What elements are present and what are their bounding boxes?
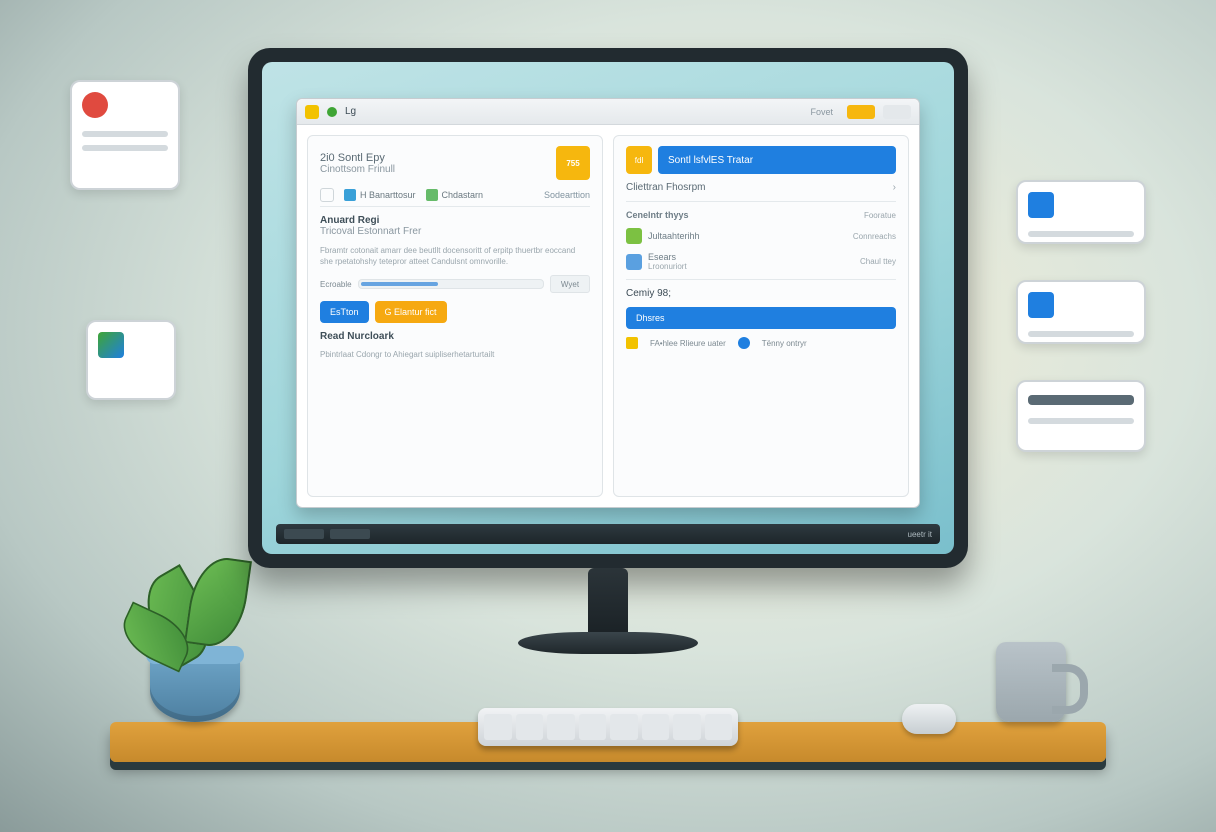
- floating-card: [1016, 180, 1146, 244]
- section-subtitle: Tricoval Estonnart Frer: [320, 226, 590, 237]
- tab-icon: [426, 189, 438, 201]
- section-body: Pbintrlaat Cdongr to Ahiegart suipliserh…: [320, 350, 590, 359]
- keyboard: [478, 708, 738, 746]
- tab-row: H Banarttosur Chdastarn Sodearttion: [320, 188, 590, 207]
- item-label: Jultaahterihh: [648, 231, 700, 241]
- secondary-button[interactable]: G Elantur fict: [375, 301, 447, 323]
- wide-button[interactable]: Dhsres: [626, 307, 896, 329]
- bar-icon: [1028, 395, 1134, 405]
- primary-button[interactable]: EsTton: [320, 301, 369, 323]
- app-logo-icon: 755: [556, 146, 590, 180]
- taskbar-item[interactable]: [284, 529, 324, 539]
- progress-bar[interactable]: [358, 279, 544, 289]
- item-icon: [626, 228, 642, 244]
- item-label: Esears: [648, 252, 687, 262]
- tab-icon: [344, 189, 356, 201]
- left-panel: 2i0 Sontl Epy Cinottsom Frinull 755 H Ba…: [307, 135, 603, 497]
- taskbar-clock: ueetr it: [908, 530, 932, 539]
- right-panel: fdl Sontl lsfvlES Tratar Cliettran Fhosr…: [613, 135, 909, 497]
- floating-card: [86, 320, 176, 400]
- titlebar-label: Lg: [345, 106, 356, 117]
- chat-icon[interactable]: [320, 188, 334, 202]
- tab-item[interactable]: H Banarttosur: [344, 189, 416, 201]
- panel-subtitle: Cinottsom Frinull: [320, 164, 548, 175]
- footer-label[interactable]: FA•hlee Rlieure uater: [650, 339, 726, 348]
- panel-header[interactable]: Sontl lsfvlES Tratar: [658, 146, 896, 174]
- shield-icon: [98, 332, 124, 358]
- item-meta: Chaul ttey: [860, 257, 896, 266]
- section-title: Read Nurcloark: [320, 331, 590, 342]
- list-item-label: Cliettran Fhosrpm: [626, 182, 705, 193]
- taskbar[interactable]: ueetr it: [276, 524, 940, 544]
- list-item[interactable]: Esears Lroonuriort Chaul ttey: [626, 252, 896, 271]
- item-sublabel: Lroonuriort: [648, 262, 687, 271]
- floating-card: [70, 80, 180, 190]
- panel-title: 2i0 Sontl Epy: [320, 152, 548, 164]
- floating-card: [1016, 280, 1146, 344]
- tab-label: Chdastarn: [442, 190, 484, 200]
- group-meta: Fooratue: [864, 211, 896, 220]
- window-titlebar[interactable]: Lg Fovet: [297, 99, 919, 125]
- titlebar-icon: [327, 107, 337, 117]
- square-icon: [1028, 292, 1054, 318]
- plant-leaf: [184, 554, 252, 651]
- section-body: Fbramtr cotonait amarr dee beutllt docen…: [320, 245, 590, 267]
- titlebar-button[interactable]: [883, 105, 911, 119]
- coffee-mug: [996, 642, 1066, 722]
- titlebar-badge-label: Fovet: [810, 107, 833, 117]
- list-item[interactable]: Jultaahterihh Connreachs: [626, 228, 896, 244]
- footer-icon: [738, 337, 750, 349]
- monitor-bezel: Lg Fovet 2i0 Sontl Epy Cinottsom Frinull: [248, 48, 968, 568]
- footer-label[interactable]: Tënny ontryr: [762, 339, 807, 348]
- progress-meta[interactable]: Wyet: [550, 275, 590, 293]
- app-window: Lg Fovet 2i0 Sontl Epy Cinottsom Frinull: [296, 98, 920, 508]
- tab-link[interactable]: Sodearttion: [544, 190, 590, 200]
- badge-icon: fdl: [626, 146, 652, 174]
- app-logo-badge: 755: [566, 159, 579, 168]
- section-title: Anuard Regi: [320, 215, 590, 226]
- taskbar-item[interactable]: [330, 529, 370, 539]
- mouse: [902, 704, 956, 734]
- item-meta: Connreachs: [853, 232, 896, 241]
- screen: Lg Fovet 2i0 Sontl Epy Cinottsom Frinull: [262, 62, 954, 554]
- counter-label: Cemiy 98;: [626, 288, 896, 299]
- titlebar-button[interactable]: [847, 105, 875, 119]
- item-icon: [626, 254, 642, 270]
- square-icon: [1028, 192, 1054, 218]
- chevron-right-icon: ›: [893, 182, 896, 193]
- tab-item[interactable]: Chdastarn: [426, 189, 484, 201]
- floating-card: [1016, 380, 1146, 452]
- group-title: Cenelntr thyys: [626, 210, 689, 220]
- titlebar-icon: [305, 105, 319, 119]
- panel-footer: FA•hlee Rlieure uater Tënny ontryr: [626, 337, 896, 349]
- eye-icon: [82, 92, 108, 118]
- tab-label: H Banarttosur: [360, 190, 416, 200]
- monitor-stand: [548, 568, 668, 654]
- footer-icon: [626, 337, 638, 349]
- list-item[interactable]: Cliettran Fhosrpm ›: [626, 182, 896, 193]
- progress-label: Ecroable: [320, 280, 352, 289]
